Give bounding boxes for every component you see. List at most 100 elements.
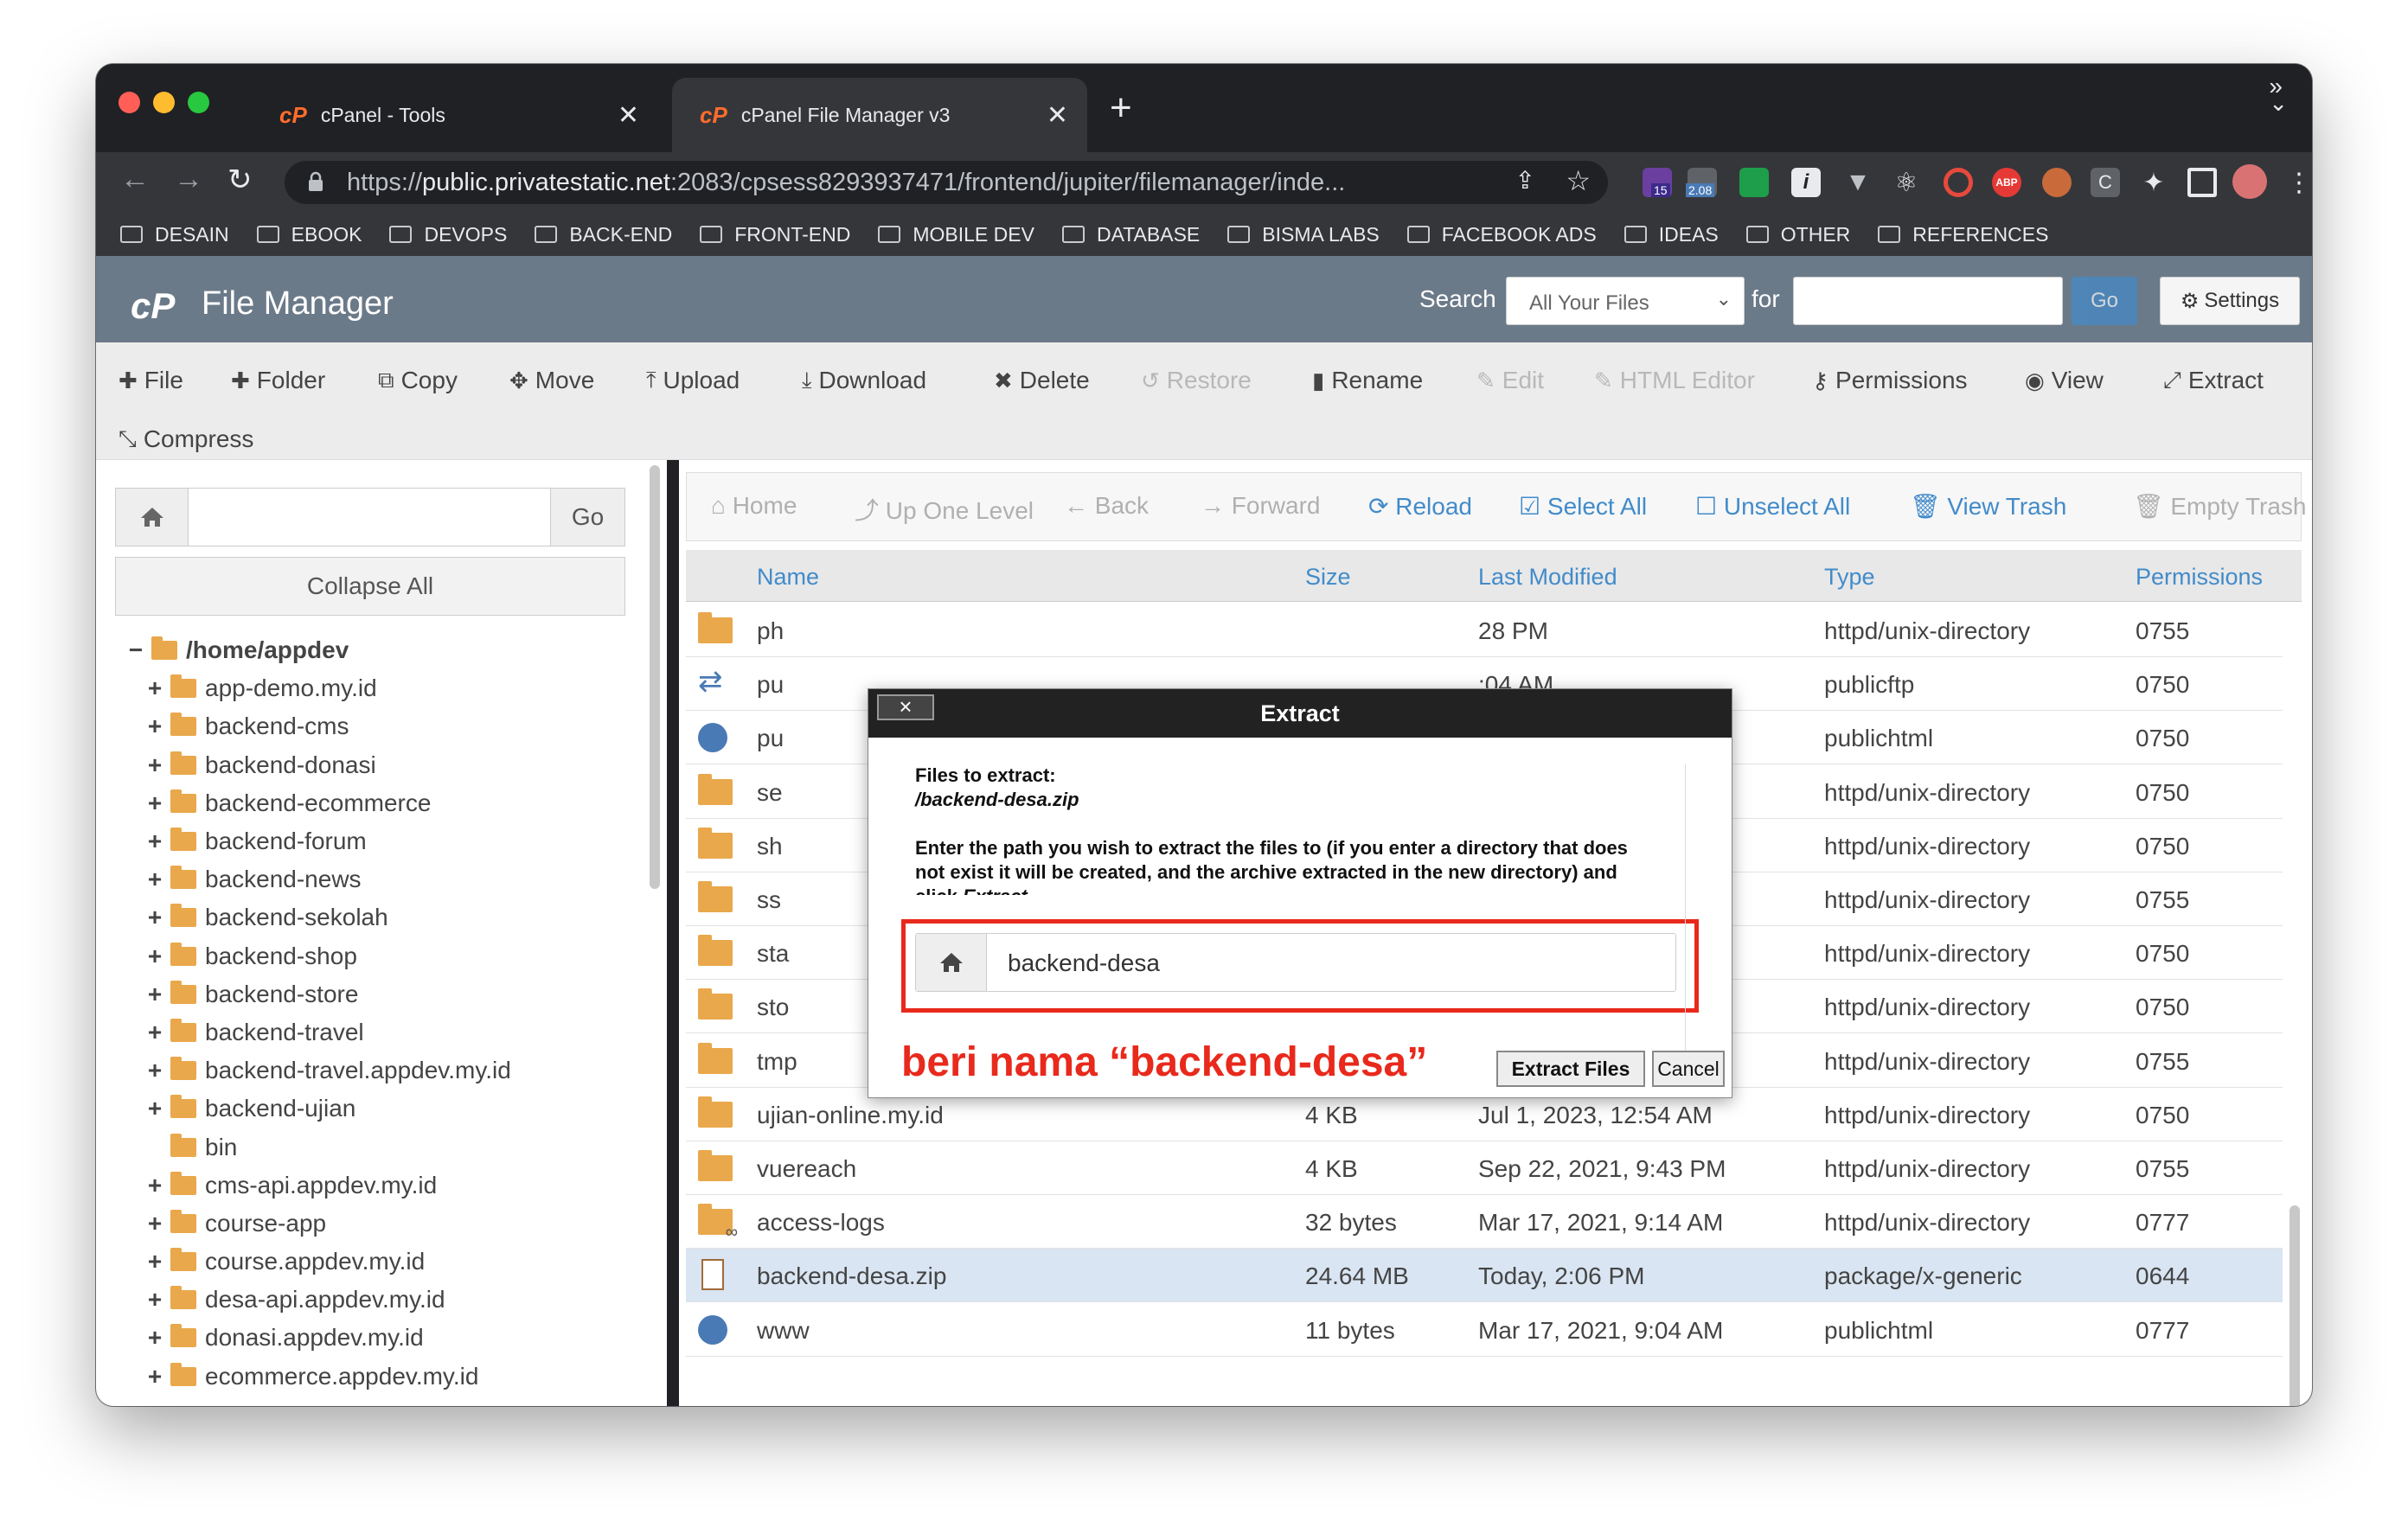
tree-item[interactable]: + backend-travel — [127, 1013, 646, 1051]
tree-item[interactable]: bin — [127, 1128, 646, 1166]
dialog-scrollbar[interactable] — [1685, 764, 1704, 1075]
bookmark-folder[interactable]: REFERENCES — [1878, 223, 2048, 246]
plus-icon[interactable]: + — [146, 789, 163, 817]
up-one-level-button[interactable]: ⤴ Up One Level — [855, 492, 1034, 527]
extension-icon[interactable]: 15 — [1643, 168, 1672, 197]
compress-button[interactable]: ⤡ Compress — [118, 425, 253, 453]
bookmarks-overflow-icon[interactable]: » — [2269, 73, 2283, 100]
collapse-all-button[interactable]: Collapse All — [115, 557, 625, 616]
minimize-window-dot[interactable] — [153, 92, 175, 113]
tree-item[interactable]: + app-demo.my.id — [127, 669, 646, 707]
bookmark-folder[interactable]: FACEBOOK ADS — [1406, 223, 1597, 246]
plus-icon[interactable]: + — [146, 1286, 163, 1313]
plus-icon[interactable]: + — [146, 1210, 163, 1237]
tree-item[interactable]: + cms-api.appdev.my.id — [127, 1166, 646, 1205]
reload-icon[interactable]: ↻ — [227, 163, 253, 197]
close-window-dot[interactable] — [118, 92, 140, 113]
view-button[interactable]: ◉ View — [2025, 367, 2104, 394]
html-editor-button[interactable]: ✎ HTML Editor — [1594, 367, 1755, 394]
column-header-modified[interactable]: Last Modified — [1478, 564, 1617, 591]
extension-timer-icon[interactable]: 2.08 — [1686, 168, 1717, 197]
column-header-type[interactable]: Type — [1824, 564, 1875, 591]
extension-chrome-icon[interactable] — [1944, 168, 1973, 197]
tree-root[interactable]: −/home/appdev — [127, 631, 646, 669]
column-header-name[interactable]: Name — [757, 564, 819, 591]
extension-vue-icon[interactable]: ▼ — [1843, 168, 1873, 197]
close-tab-icon[interactable]: ✕ — [1047, 100, 1068, 131]
plus-icon[interactable]: + — [146, 943, 163, 970]
plus-icon[interactable]: + — [146, 866, 163, 893]
maximize-window-dot[interactable] — [188, 92, 209, 113]
plus-icon[interactable]: + — [146, 1248, 163, 1275]
plus-icon[interactable]: + — [146, 1019, 163, 1046]
tree-item[interactable]: + backend-ujian — [127, 1090, 646, 1128]
bookmark-folder[interactable]: BISMA LABS — [1227, 223, 1380, 246]
column-header-permissions[interactable]: Permissions — [2136, 564, 2263, 591]
bookmark-folder[interactable]: DEVOPS — [389, 223, 507, 246]
forward-nav-button[interactable]: → Forward — [1201, 492, 1320, 520]
view-trash-button[interactable]: 🗑 View Trash — [1910, 492, 2066, 521]
file-list-scrollbar[interactable] — [2290, 1205, 2300, 1406]
minus-icon[interactable]: − — [127, 636, 144, 664]
bookmark-star-icon[interactable]: ☆ — [1566, 164, 1591, 197]
back-nav-button[interactable]: ← Back — [1064, 492, 1149, 520]
plus-icon[interactable]: + — [146, 828, 163, 855]
sidebar-scrollbar[interactable] — [650, 465, 660, 889]
plus-icon[interactable]: + — [146, 1363, 163, 1390]
tree-item[interactable]: + backend-cms — [127, 707, 646, 745]
home-icon[interactable] — [116, 489, 189, 546]
new-file-button[interactable]: ✚ File — [118, 367, 183, 394]
sidebar-toggle-icon[interactable] — [2187, 168, 2217, 197]
search-input[interactable] — [1793, 277, 2063, 325]
reload-button[interactable]: ⟳ Reload — [1368, 492, 1472, 521]
plus-icon[interactable]: + — [146, 1095, 163, 1122]
bookmark-folder[interactable]: DATABASE — [1061, 223, 1200, 246]
tree-item[interactable]: + backend-news — [127, 860, 646, 898]
unselect-all-button[interactable]: ☐ Unselect All — [1695, 492, 1850, 521]
back-arrow-icon[interactable]: ← — [120, 163, 150, 196]
extension-info-icon[interactable]: i — [1791, 168, 1821, 197]
tree-item[interactable]: + ecommerce.appdev.my.id — [127, 1358, 646, 1396]
extract-button[interactable]: ⤢ Extract — [2163, 367, 2264, 394]
extract-files-button[interactable]: Extract Files — [1496, 1051, 1645, 1087]
rename-button[interactable]: ▮ Rename — [1312, 367, 1423, 394]
table-row[interactable]: backend-desa.zip 24.64 MB Today, 2:06 PM pa… — [686, 1249, 2283, 1303]
forward-arrow-icon[interactable]: → — [174, 163, 203, 196]
cancel-button[interactable]: Cancel — [1652, 1051, 1725, 1087]
settings-button[interactable]: ⚙ Settings — [2160, 277, 2300, 325]
table-row[interactable]: ∞ access-logs 32 bytes Mar 17, 2021, 9:14 A… — [686, 1195, 2283, 1250]
permissions-button[interactable]: ⚷ Permissions — [1812, 367, 1968, 394]
new-folder-button[interactable]: ✚ Folder — [231, 367, 325, 394]
browser-menu-icon[interactable]: ⋮ — [2284, 168, 2312, 197]
profile-avatar[interactable] — [2232, 164, 2267, 199]
upload-button[interactable]: ⤒ Upload — [646, 367, 740, 394]
plus-icon[interactable]: + — [146, 713, 163, 740]
search-scope-select[interactable]: All Your Files ⌄ — [1506, 277, 1745, 325]
bookmark-folder[interactable]: IDEAS — [1623, 223, 1719, 246]
restore-button[interactable]: ↺ Restore — [1141, 367, 1252, 394]
tree-item[interactable]: + donasi.appdev.my.id — [127, 1319, 646, 1357]
plus-icon[interactable]: + — [146, 751, 163, 779]
search-go-button[interactable]: Go — [2072, 277, 2137, 325]
tab-cpanel-tools[interactable]: cP cPanel - Tools ✕ — [252, 78, 658, 152]
plus-icon[interactable]: + — [146, 904, 163, 931]
move-button[interactable]: ✥ Move — [509, 367, 594, 394]
path-go-button[interactable]: Go — [550, 489, 624, 546]
cookie-icon[interactable] — [2042, 168, 2072, 197]
bookmark-folder[interactable]: FRONT-END — [700, 223, 850, 246]
extensions-puzzle-icon[interactable]: ✦ — [2139, 168, 2168, 197]
plus-icon[interactable]: + — [146, 1324, 163, 1352]
bookmark-folder[interactable]: MOBILE DEV — [878, 223, 1034, 246]
extension-c-icon[interactable]: C — [2091, 168, 2120, 197]
tree-item[interactable]: + backend-forum — [127, 822, 646, 860]
table-row[interactable]: ph 28 PM httpd/unix-directory 0755 — [686, 604, 2283, 657]
empty-trash-button[interactable]: 🗑 Empty Trash — [2133, 492, 2307, 521]
tree-item[interactable]: + backend-donasi — [127, 746, 646, 784]
share-icon[interactable]: ⇪ — [1515, 166, 1535, 195]
extension-green-icon[interactable] — [1739, 168, 1769, 197]
home-nav-button[interactable]: ⌂ Home — [711, 492, 797, 520]
new-tab-button[interactable]: + — [1110, 86, 1132, 130]
dialog-close-button[interactable]: × — [877, 694, 934, 720]
tree-item[interactable]: + backend-store — [127, 975, 646, 1013]
tree-item[interactable]: + backend-ecommerce — [127, 784, 646, 822]
